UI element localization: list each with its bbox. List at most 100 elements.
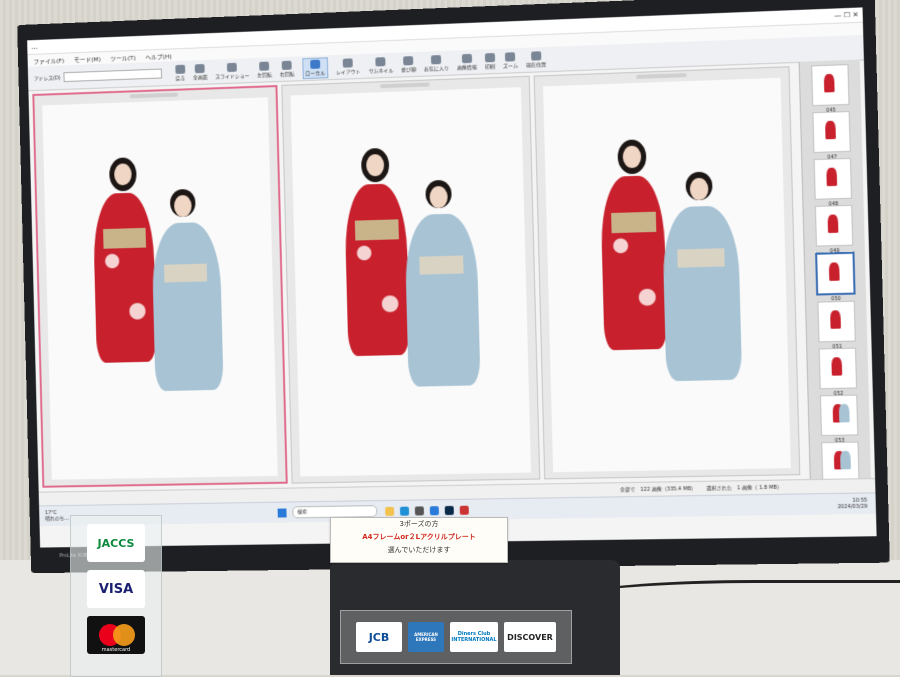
thumbnail-image	[826, 168, 837, 187]
info-icon	[462, 53, 472, 62]
favorite-icon	[431, 55, 441, 64]
toolbar-button[interactable]: 現在位置	[526, 51, 547, 69]
status-total: 全部で 122 画像（335.4 MB）	[620, 485, 696, 493]
toolbar-button[interactable]: レイアウト	[336, 58, 361, 76]
toolbar-label: 印刷	[485, 63, 495, 70]
preview-pane-1[interactable]	[32, 85, 287, 488]
status-selected: 選択された 1 画像（ 1.8 MB）	[706, 484, 782, 492]
slideshow-icon	[227, 62, 237, 71]
toolbar-label: 右回転	[280, 70, 295, 77]
thumbnail[interactable]: 049	[815, 205, 853, 247]
toolbar-label: ローカル	[305, 69, 325, 77]
jaccs-logo: JACCS	[87, 524, 145, 562]
visa-logo: VISA	[87, 570, 145, 608]
pane-grip[interactable]	[380, 82, 430, 88]
menu-item[interactable]: ファイル(F)	[33, 55, 64, 65]
thumbnail-image	[830, 310, 841, 329]
toolbar-label: 現在位置	[526, 61, 546, 69]
thumbnail-image	[825, 121, 836, 140]
kimono-photo	[42, 97, 277, 479]
toolbar-label: 左回転	[257, 71, 272, 78]
toolbar-button[interactable]: 戻る	[175, 64, 185, 81]
toolbar-button[interactable]: 印刷	[485, 52, 495, 69]
sign-line2: A4フレームor２Lアクリルプレート	[331, 531, 507, 544]
toolbar-label: 並び順	[401, 65, 416, 73]
sort-icon	[403, 56, 413, 65]
toolbar-button[interactable]: 左回転	[257, 61, 272, 78]
thumbnail[interactable]: 052	[819, 348, 857, 390]
rotate-left-icon	[259, 61, 269, 70]
rotate-right-icon	[282, 60, 292, 69]
monitor-screen: … — ☐ ✕ ファイル(F) モード(M) ツール(T) ヘルプ(H) アドレス(D…	[27, 7, 876, 547]
thumbnail-image	[839, 404, 850, 423]
thumbnail-strip: 045047048049050051052053054	[799, 60, 871, 479]
address-label: アドレス(D)	[34, 74, 61, 82]
toolbar-button[interactable]: ローカル	[302, 57, 328, 79]
card-stand-center: JCB AMERICAN EXPRESS Diners Club INTERNA…	[340, 610, 572, 664]
diners-logo: Diners Club INTERNATIONAL	[450, 622, 498, 652]
kimono-photo	[543, 78, 790, 472]
thumbnail-image	[831, 357, 842, 376]
explorer-icon[interactable]	[385, 506, 394, 515]
toolbar-label: 戻る	[175, 74, 185, 81]
toolbar-button[interactable]: スライドショー	[215, 62, 250, 80]
preview-pane-3[interactable]	[534, 66, 800, 479]
toolbar-label: 画像情報	[457, 63, 477, 71]
notice-sign: 3ポーズの方 A4フレームor２Lアクリルプレート 選んでいただけます	[330, 517, 508, 563]
amex-logo: AMERICAN EXPRESS	[408, 622, 444, 652]
thumbnail-image	[824, 74, 835, 93]
back-icon	[175, 64, 185, 73]
mail-icon[interactable]	[430, 506, 439, 515]
toolbar-button[interactable]: 右回転	[280, 60, 295, 77]
toolbar-label: レイアウト	[336, 68, 361, 76]
kimono-photo	[290, 87, 531, 476]
store-icon[interactable]	[415, 506, 424, 515]
menu-item[interactable]: ヘルプ(H)	[145, 51, 172, 61]
toolbar-button[interactable]: ズーム	[503, 52, 518, 70]
layout-icon	[343, 58, 353, 67]
toolbar-label: 全画面	[193, 73, 208, 80]
toolbar-button[interactable]: 画像情報	[457, 53, 477, 71]
thumbnail-image	[829, 262, 840, 281]
toolbar-button[interactable]: 並び順	[401, 55, 416, 73]
address-input[interactable]	[63, 69, 162, 83]
thumbnail[interactable]: 051	[817, 301, 855, 343]
photoshop-icon[interactable]	[445, 505, 454, 514]
sign-line3: 選んでいただけます	[331, 544, 507, 557]
address-bar: アドレス(D)	[34, 69, 162, 84]
print-icon	[485, 52, 495, 61]
toolbar-label: ズーム	[503, 62, 518, 70]
local-icon	[310, 59, 320, 68]
pane-grip[interactable]	[130, 93, 179, 99]
toolbar-button[interactable]: サムネイル	[368, 56, 393, 74]
thumbnail[interactable]: 053	[820, 395, 858, 437]
menu-item[interactable]: ツール(T)	[110, 52, 136, 62]
mastercard-text: mastercard	[87, 647, 145, 653]
menu-item[interactable]: モード(M)	[74, 54, 101, 64]
sign-line1: 3ポーズの方	[331, 518, 507, 531]
window-controls[interactable]: — ☐ ✕	[834, 11, 859, 20]
toolbar-label: スライドショー	[215, 72, 249, 80]
thumbnail-icon	[376, 57, 386, 66]
monitor: … — ☐ ✕ ファイル(F) モード(M) ツール(T) ヘルプ(H) アドレス(D…	[17, 0, 890, 573]
thumbnail[interactable]: 047	[812, 111, 850, 153]
thumbnail-image	[840, 451, 851, 470]
thumbnail[interactable]: 045	[811, 64, 849, 106]
thumbnail[interactable]: 050	[815, 252, 856, 296]
edge-icon[interactable]	[400, 506, 409, 515]
thumbnail[interactable]: 054	[821, 442, 859, 483]
fullscreen-icon	[195, 63, 205, 72]
pane-grip[interactable]	[636, 73, 687, 79]
toolbar-button[interactable]: お気に入り	[424, 54, 449, 72]
taskbar-apps	[385, 505, 469, 515]
position-icon	[531, 51, 541, 60]
thumbnail[interactable]: 048	[814, 158, 852, 200]
toolbar-button[interactable]: 全画面	[193, 63, 208, 80]
preview-panes	[28, 62, 804, 492]
app-icon[interactable]	[460, 505, 469, 514]
system-tray[interactable]: 10:55 2024/03/29	[837, 498, 867, 511]
start-icon[interactable]	[278, 508, 287, 517]
toolbar-label: お気に入り	[424, 64, 449, 72]
preview-pane-2[interactable]	[281, 76, 541, 484]
jcb-logo: JCB	[356, 622, 402, 652]
